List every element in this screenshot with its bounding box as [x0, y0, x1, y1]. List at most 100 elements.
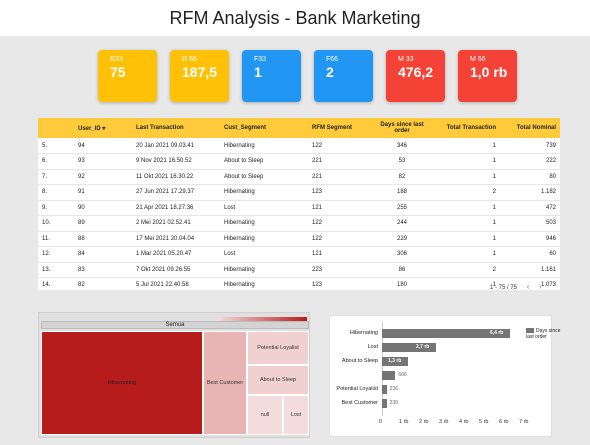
legend-swatch: [526, 328, 534, 333]
treemap-cell-best-customer[interactable]: Best Customer: [203, 331, 247, 435]
cell-total-nominal: 80: [549, 173, 556, 180]
col-header-user-id[interactable]: User_ID ▾: [74, 118, 132, 138]
bar-5[interactable]: [382, 399, 387, 408]
cell-row-index: 8.: [42, 189, 48, 196]
table-row[interactable]: 6. 93 9 Nov 2021 16.50.52 About to Sleep 221…: [38, 154, 560, 169]
cell-row-index: 5.: [42, 142, 48, 149]
pager-prev-icon[interactable]: ‹: [527, 282, 530, 291]
cell-cust-segment: Lost: [224, 251, 236, 258]
scorecard-m33[interactable]: M 33 476,2: [386, 50, 445, 102]
cell-days-since: 180: [396, 282, 407, 289]
cell-total-nominal: 739: [545, 142, 556, 149]
chart-legend: Days since last order: [526, 328, 562, 340]
table-row[interactable]: 13. 83 7 Okt 2021 09.26.55 Hibernating 223 86…: [38, 262, 560, 278]
cell-row-index: 9.: [42, 204, 48, 211]
x-tick-label: 6 rb: [499, 419, 509, 425]
cell-total-nominal: 222: [545, 158, 556, 165]
cell-row-index: 7.: [42, 173, 48, 180]
cell-days-since: 82: [398, 173, 406, 180]
cell-rfm-segment: 123: [312, 189, 323, 196]
cell-cust-segment: About to Sleep: [224, 158, 264, 165]
cell-row-index: 11.: [42, 235, 50, 242]
col-header-total-nominal[interactable]: Total Nominal: [500, 118, 560, 138]
table-row[interactable]: 14. 82 5 Jul 2021 22.40.58 Hibernating 123 18…: [38, 278, 560, 291]
cell-row-index: 14.: [42, 282, 51, 289]
bar-3[interactable]: [382, 371, 396, 380]
treemap-cell-hibernating[interactable]: Hibernating: [41, 331, 203, 435]
rfm-table: User_ID ▾ Last Transaction Cust_Segment …: [38, 118, 560, 290]
cell-rfm-segment: 223: [312, 266, 323, 273]
col-header-days-since[interactable]: Days since last order: [374, 118, 430, 138]
table-row[interactable]: 5. 94 20 Jan 2021 09.03.41 Hibernating 122 34…: [38, 138, 560, 154]
scorecard-r66[interactable]: R 66 187,5: [170, 50, 229, 102]
cell-user-id: 92: [78, 173, 85, 180]
scorecard-value: 476,2: [398, 64, 434, 80]
pager-next-icon[interactable]: ›: [539, 282, 542, 291]
cell-user-id: 91: [78, 189, 85, 196]
x-tick-label: 5 rb: [479, 419, 489, 425]
scorecard-label: M 66: [470, 56, 486, 63]
bar-value-label: 230: [389, 400, 398, 406]
cell-last-transaction: 21 Apr 2021 18.27.36: [136, 204, 194, 211]
cell-last-transaction: 17 Mei 2021 20.04.04: [136, 235, 195, 242]
scorecard-f33[interactable]: F33 1: [242, 50, 301, 102]
scorecard-value: 2: [326, 64, 334, 80]
cell-last-transaction: 9 Nov 2021 16.50.52: [136, 158, 192, 165]
cell-rfm-segment: 121: [312, 251, 323, 258]
scorecard-f66[interactable]: F66 2: [314, 50, 373, 102]
table-row[interactable]: 7. 92 11 Okt 2021 16.30.22 About to Sleep 22…: [38, 169, 560, 185]
bar-category-label: Potential Loyalist: [336, 386, 378, 392]
cell-days-since: 346: [396, 142, 407, 149]
cell-rfm-segment: 221: [312, 158, 323, 165]
cell-last-transaction: 27 Jun 2021 17.29.37: [136, 189, 195, 196]
treemap-cell-lost[interactable]: Lost: [283, 395, 309, 435]
cell-row-index: 6.: [42, 158, 48, 165]
treemap-cell-about-to-sleep[interactable]: About to Sleep: [247, 365, 309, 395]
cell-rfm-segment: 122: [312, 142, 323, 149]
col-header-total-transaction[interactable]: Total Transaction: [430, 118, 500, 138]
cell-last-transaction: 1 Mar 2021 05.20.47: [136, 251, 192, 258]
cell-last-transaction: 11 Okt 2021 16.30.22: [136, 173, 194, 180]
cell-row-index: 10.: [42, 220, 51, 227]
bar-4[interactable]: [382, 385, 387, 394]
cell-total-transaction: 1: [492, 142, 496, 149]
cell-total-transaction: 1: [492, 220, 496, 227]
x-tick-label: 2 rb: [419, 419, 429, 425]
treemap-cell-null[interactable]: null: [247, 395, 283, 435]
page-title: RFM Analysis - Bank Marketing: [169, 8, 421, 28]
table-row[interactable]: 11. 88 17 Mei 2021 20.04.04 Hibernating 122 2…: [38, 231, 560, 247]
cell-rfm-segment: 122: [312, 235, 323, 242]
table-header-row: User_ID ▾ Last Transaction Cust_Segment …: [38, 118, 560, 138]
cell-total-nominal: 1.182: [540, 189, 556, 196]
treemap-cell-potential-loyalist[interactable]: Potential Loyalist: [247, 331, 309, 365]
cell-user-id: 88: [78, 235, 85, 242]
col-header-cust-segment[interactable]: Cust_Segment: [220, 118, 308, 138]
cell-cust-segment: Hibernating: [224, 235, 255, 242]
cell-rfm-segment: 122: [312, 220, 323, 227]
col-header-rfm-segment[interactable]: RFM Segment: [308, 118, 374, 138]
col-header-last-transaction[interactable]: Last Transaction: [132, 118, 220, 138]
table-row[interactable]: 12. 84 1 Mar 2021 05.20.47 Lost 121 306 1 60: [38, 247, 560, 262]
bar-value-label: 2,7 rb: [416, 344, 430, 350]
table-row[interactable]: 10. 89 2 Mei 2021 02.52.41 Hibernating 122 24…: [38, 216, 560, 231]
scorecard-r33[interactable]: R33 75: [98, 50, 157, 102]
x-tick-label: 3 rb: [439, 419, 449, 425]
scorecard-value: 75: [110, 64, 126, 80]
cell-total-transaction: 1: [492, 173, 496, 180]
bar-category-label: Lost: [367, 344, 378, 350]
bar-category-label: About to Sleep: [341, 358, 378, 364]
cell-user-id: 82: [78, 282, 85, 289]
x-tick-label: 4 rb: [459, 419, 469, 425]
bar-value-label: 236: [389, 386, 399, 392]
table-row[interactable]: 8. 91 27 Jun 2021 17.29.37 Hibernating 123 18…: [38, 185, 560, 200]
scorecard-m66[interactable]: M 66 1,0 rb: [458, 50, 517, 102]
segment-treemap: Semua Hibernating Best Customer Potentia…: [38, 312, 310, 438]
scorecard-value: 187,5: [182, 64, 218, 80]
cell-row-index: 12.: [42, 251, 51, 258]
cell-total-nominal: 1.161: [540, 266, 556, 273]
bar-value-label: 666: [398, 372, 407, 378]
cell-total-transaction: 1: [492, 235, 496, 242]
table-row[interactable]: 9. 90 21 Apr 2021 18.27.36 Lost 121 255 1 472: [38, 200, 560, 216]
cell-user-id: 89: [78, 220, 85, 227]
cell-total-transaction: 2: [492, 266, 496, 273]
